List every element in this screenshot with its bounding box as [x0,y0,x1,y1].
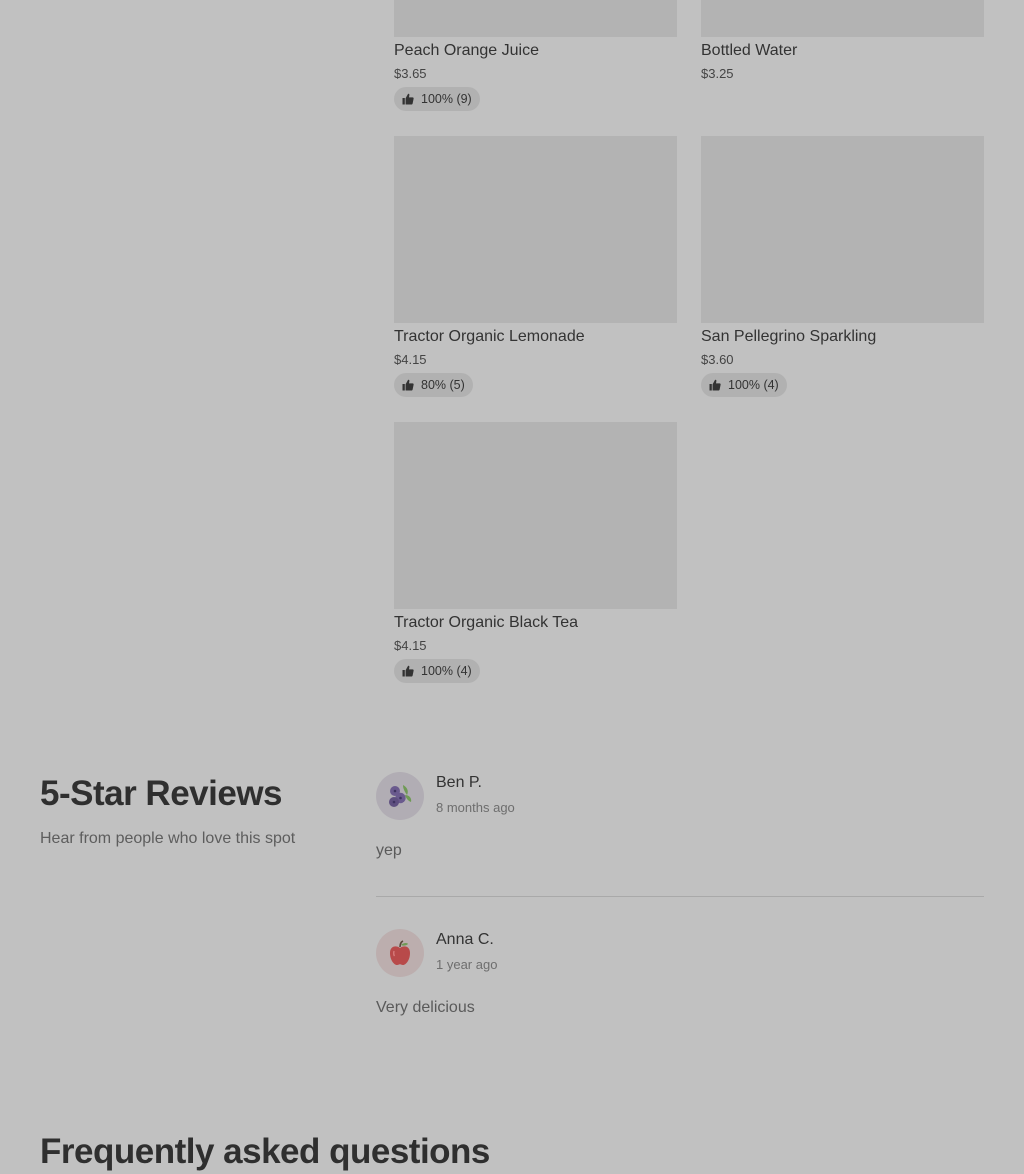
product-price: $4.15 [394,638,427,653]
product-image[interactable] [394,136,677,323]
product-price: $3.25 [701,66,734,81]
review-divider [376,896,984,897]
rating-text: 100% (4) [421,664,472,678]
apple-icon [385,938,415,968]
reviewer-name: Anna C. [436,931,494,948]
review-text: Very delicious [376,999,475,1016]
product-card[interactable]: Peach Orange Juice $3.65 100% (9) [394,0,677,112]
product-card[interactable]: Tractor Organic Black Tea $4.15 100% (4) [394,422,677,684]
product-name: San Pellegrino Sparkling [701,328,877,345]
review-text: yep [376,842,402,859]
rating-badge: 100% (4) [394,659,480,683]
product-price: $4.15 [394,352,427,367]
rating-text: 80% (5) [421,378,465,392]
product-card[interactable]: Tractor Organic Lemonade $4.15 80% (5) [394,136,677,398]
thumbs-up-icon [709,379,721,391]
avatar [376,772,424,820]
rating-badge: 80% (5) [394,373,473,397]
product-name: Bottled Water [701,42,798,59]
product-name: Peach Orange Juice [394,42,539,59]
blueberries-icon [385,781,415,811]
thumbs-up-icon [402,93,414,105]
product-name: Tractor Organic Black Tea [394,614,579,631]
thumbs-up-icon [402,379,414,391]
thumbs-up-icon [402,665,414,677]
rating-text: 100% (4) [728,378,779,392]
faq-title: Frequently asked questions [40,1132,490,1171]
product-image[interactable] [394,422,677,609]
review-date: 8 months ago [436,800,515,815]
product-price: $3.60 [701,352,734,367]
rating-badge: 100% (4) [701,373,787,397]
reviewer-name: Ben P. [436,774,482,791]
product-image[interactable] [701,136,984,323]
reviews-subtitle: Hear from people who love this spot [40,830,296,847]
product-image[interactable] [394,0,677,37]
rating-badge: 100% (9) [394,87,480,111]
review-date: 1 year ago [436,957,498,972]
reviews-title: 5-Star Reviews [40,774,283,813]
product-card[interactable]: Bottled Water $3.25 [701,0,984,90]
product-price: $3.65 [394,66,427,81]
product-image[interactable] [701,0,984,37]
product-card[interactable]: San Pellegrino Sparkling $3.60 100% (4) [701,136,984,398]
avatar [376,929,424,977]
product-name: Tractor Organic Lemonade [394,328,585,345]
rating-text: 100% (9) [421,92,472,106]
